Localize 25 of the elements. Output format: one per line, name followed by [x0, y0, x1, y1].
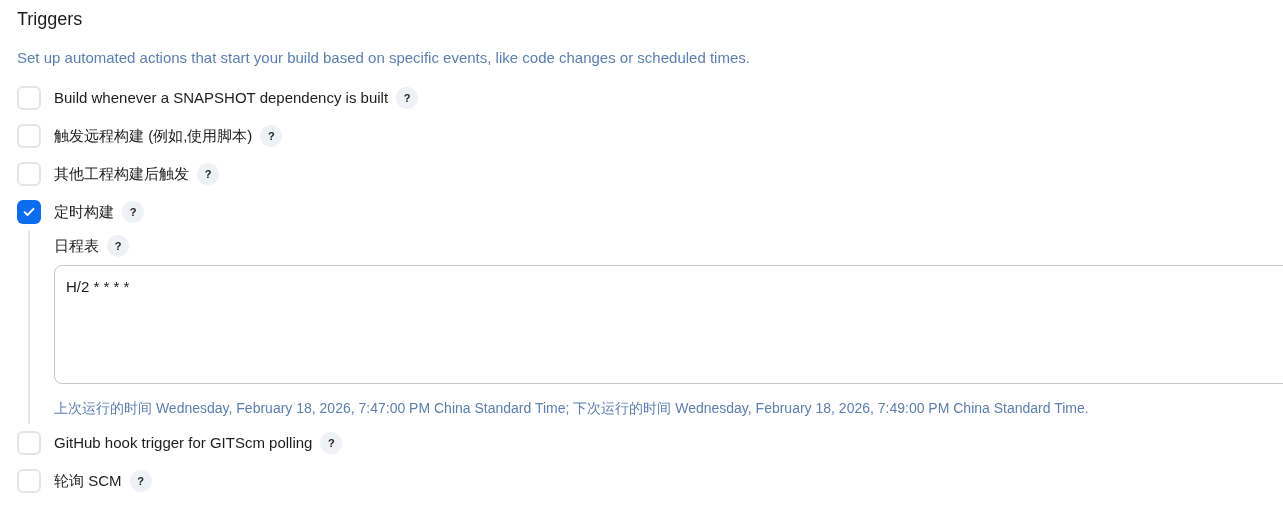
checkbox-label[interactable]: 其他工程构建后触发: [54, 162, 189, 186]
field-label: 日程表: [54, 235, 99, 256]
help-button[interactable]: ?: [129, 470, 152, 492]
checkbox-label[interactable]: 触发远程构建 (例如,使用脚本): [54, 124, 253, 148]
help-button[interactable]: ?: [197, 163, 219, 185]
schedule-field[interactable]: H/2 * * * *: [54, 265, 1283, 384]
section-description: Set up automated actions that start your build based on specific events, like code changes or scheduled times.: [17, 48, 751, 68]
checkbox[interactable]: [17, 200, 41, 224]
help-button[interactable]: ?: [320, 432, 343, 454]
schedule-hint: 上次运行的时间 Wednesday, February 18, 2026, 7:47:00 PM China Standard Time; 下次运行的时间 Wednesday, February 18, 2026, 7:49:00 PM China Standard Time.: [54, 399, 1090, 418]
checkbox[interactable]: [17, 162, 41, 186]
checkbox-label[interactable]: GitHub hook trigger for GITScm polling: [54, 431, 313, 455]
checkbox[interactable]: [17, 469, 41, 493]
section-title: Triggers: [17, 8, 84, 31]
checkbox[interactable]: [17, 124, 41, 148]
help-button[interactable]: ?: [396, 87, 419, 109]
help-button[interactable]: ?: [122, 201, 144, 223]
checkbox[interactable]: [17, 431, 41, 455]
checkmark-icon: [23, 207, 35, 217]
help-button[interactable]: ?: [107, 235, 129, 257]
help-button[interactable]: ?: [260, 125, 283, 147]
checkbox-label[interactable]: Build whenever a SNAPSHOT dependency is built: [54, 86, 389, 110]
checkbox[interactable]: [17, 86, 41, 110]
checkbox-label[interactable]: 定时构建: [54, 200, 114, 224]
checkbox-label[interactable]: 轮询 SCM: [54, 469, 122, 493]
